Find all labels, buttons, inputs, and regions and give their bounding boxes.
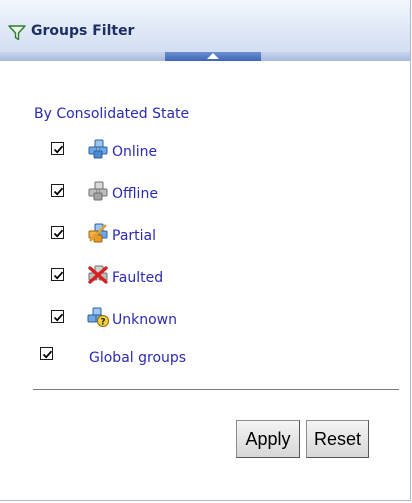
collapse-handle[interactable]	[165, 52, 261, 61]
checkmark-icon	[53, 271, 64, 280]
online-checkbox[interactable]	[51, 142, 64, 155]
state-row-online[interactable]: Online	[0, 139, 240, 164]
global-groups-label[interactable]: Global groups	[89, 350, 186, 366]
online-group-icon	[88, 139, 108, 159]
reset-button[interactable]: Reset	[306, 420, 369, 458]
unknown-group-icon: ?	[87, 307, 109, 327]
partial-label[interactable]: Partial	[112, 228, 156, 244]
state-row-faulted[interactable]: Faulted	[0, 265, 240, 290]
online-label[interactable]: Online	[112, 144, 157, 160]
groups-filter-panel: Groups Filter By Consolidated State Onli…	[0, 0, 411, 501]
partial-group-icon	[88, 223, 108, 243]
panel-header: Groups Filter	[0, 0, 410, 52]
faulted-label[interactable]: Faulted	[112, 270, 163, 286]
checkmark-icon	[53, 229, 64, 238]
global-groups-checkbox[interactable]	[40, 347, 53, 360]
checkmark-icon	[42, 350, 53, 359]
checkmark-icon	[53, 187, 64, 196]
funnel-icon	[8, 25, 26, 41]
apply-button[interactable]: Apply	[236, 420, 300, 458]
faulted-checkbox[interactable]	[51, 268, 64, 281]
section-title: By Consolidated State	[34, 106, 190, 122]
collapse-up-arrow-icon	[207, 53, 219, 59]
state-row-offline[interactable]: Offline	[0, 181, 240, 206]
unknown-checkbox[interactable]	[51, 310, 64, 323]
offline-group-icon	[88, 181, 108, 201]
state-row-unknown[interactable]: ? Unknown	[0, 307, 240, 332]
checkmark-icon	[53, 313, 64, 322]
panel-title: Groups Filter	[31, 23, 135, 39]
unknown-label[interactable]: Unknown	[112, 312, 177, 328]
faulted-group-icon	[88, 265, 108, 284]
svg-text:?: ?	[100, 318, 105, 328]
offline-checkbox[interactable]	[51, 184, 64, 197]
separator-line	[33, 389, 399, 390]
global-groups-row[interactable]: Global groups	[0, 347, 260, 369]
partial-checkbox[interactable]	[51, 226, 64, 239]
checkmark-icon	[53, 145, 64, 154]
state-row-partial[interactable]: Partial	[0, 223, 240, 248]
offline-label[interactable]: Offline	[112, 186, 158, 202]
